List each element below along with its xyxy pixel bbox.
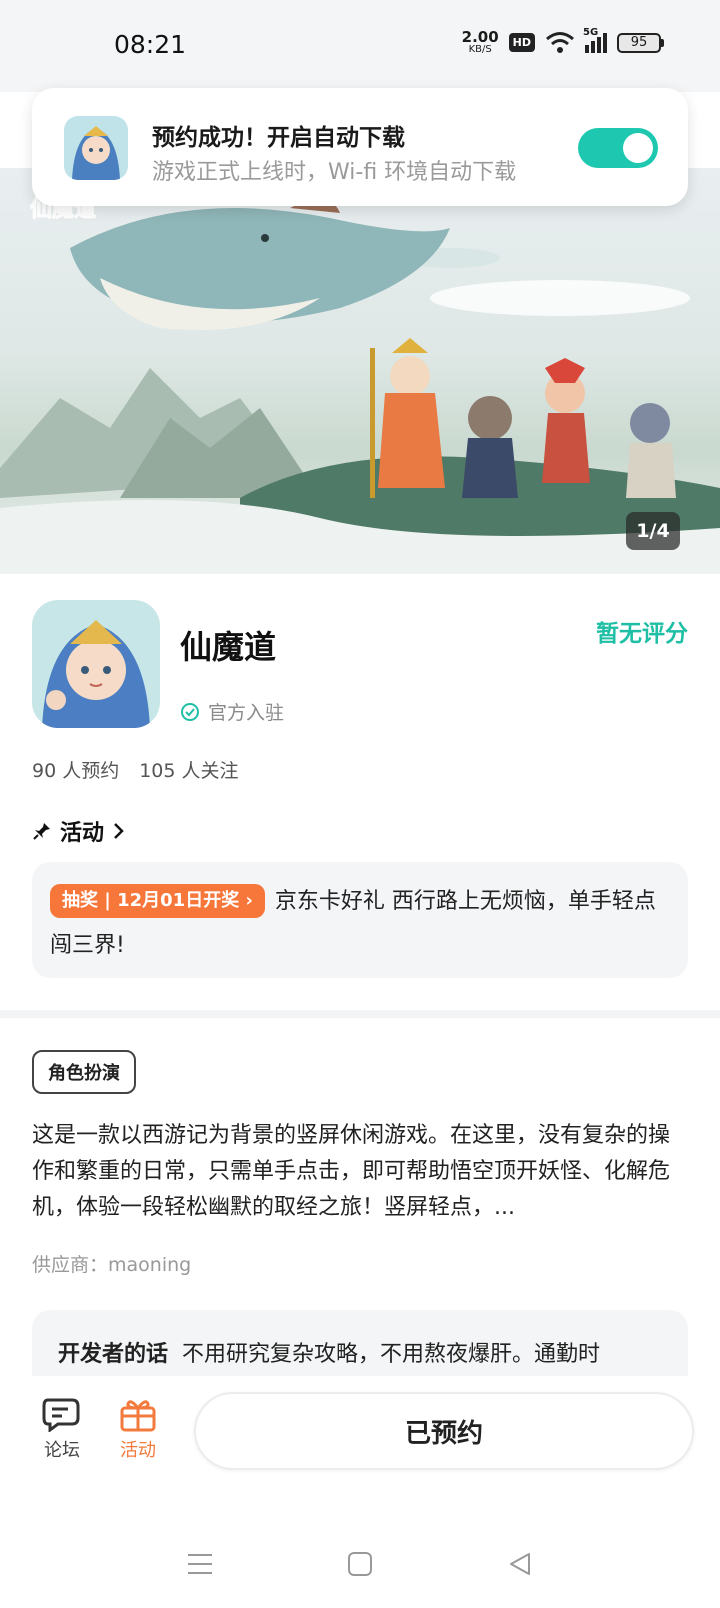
system-navigation-bar (0, 1520, 720, 1608)
chat-bubble-icon (42, 1398, 80, 1432)
bottom-action-bar: 论坛 活动 已预约 (0, 1376, 720, 1486)
app-name: 仙魔道 (180, 628, 277, 666)
cellular-signal-icon: 5G (583, 27, 607, 53)
battery-icon: 95 (617, 32, 664, 53)
status-time: 08:21 (114, 30, 187, 59)
toggle-knob (623, 133, 653, 163)
game-banner[interactable]: 仙魔道 (0, 168, 720, 574)
hd-icon: HD (508, 33, 535, 52)
pin-icon (33, 823, 50, 840)
supplier-info: 供应商：maoning (32, 1254, 192, 1276)
notification-subtitle: 游戏正式上线时，Wi-fi 环境自动下载 (152, 160, 517, 185)
notification-app-icon (64, 116, 128, 180)
activity-card[interactable]: 抽奖 | 12月01日开奖 › 京东卡好礼 西行路上无烦恼，单手轻点闯三界! (32, 862, 688, 978)
lottery-tag[interactable]: 抽奖 | 12月01日开奖 › (50, 884, 265, 918)
menu-icon[interactable] (180, 1544, 220, 1584)
official-badge: 官方入驻 (180, 698, 284, 725)
app-icon (32, 600, 160, 728)
reserved-button[interactable]: 已预约 (194, 1392, 694, 1470)
section-divider (0, 1010, 720, 1018)
genre-tag[interactable]: 角色扮演 (32, 1050, 136, 1094)
developer-note: 开发者的话 不用研究复杂攻略，不用熬夜爆肝。通勤时 (58, 1336, 600, 1368)
wifi-icon (546, 31, 574, 53)
activity-header[interactable]: 活动 (32, 815, 126, 847)
activity-line: 抽奖 | 12月01日开奖 › 京东卡好礼 西行路上无烦恼，单手轻点闯三界! (50, 880, 670, 968)
activity-header-label: 活动 (60, 821, 105, 846)
chevron-right-icon (114, 823, 124, 839)
developer-note-label: 开发者的话 (58, 1342, 169, 1367)
gift-icon (120, 1400, 156, 1432)
status-bar: 08:21 2.00 KB/S HD 5G 95 (0, 0, 720, 92)
home-icon[interactable] (340, 1544, 380, 1584)
official-label: 官方入驻 (208, 702, 285, 724)
activity-tab[interactable]: 活动 (108, 1396, 168, 1462)
network-type: 5G (583, 26, 599, 38)
notification-title: 预约成功！开启自动下载 (152, 125, 405, 151)
check-circle-icon (181, 702, 199, 721)
lottery-tag-label: 抽奖 | 12月01日开奖 (62, 890, 240, 911)
network-speed-unit: KB/S (468, 44, 492, 55)
status-icons: 2.00 KB/S HD 5G 95 (462, 27, 664, 55)
game-description[interactable]: 这是一款以西游记为背景的竖屏休闲游戏。在这里，没有复杂的操作和繁重的日常，只需单… (32, 1118, 688, 1226)
forum-tab-label: 论坛 (44, 1440, 80, 1461)
reservation-notification[interactable]: 预约成功！开启自动下载 游戏正式上线时，Wi-fi 环境自动下载 (32, 88, 688, 206)
chevron-right-icon: › (245, 890, 253, 911)
app-stats: 90 人预约 105 人关注 (32, 756, 239, 783)
network-speed-value: 2.00 (461, 28, 499, 46)
developer-note-text: 不用研究复杂攻略，不用熬夜爆肝。通勤时 (182, 1342, 601, 1367)
back-icon[interactable] (500, 1544, 540, 1584)
reservation-count: 90 人预约 (32, 760, 120, 782)
banner-artwork: 仙魔道 (0, 196, 720, 574)
activity-tab-label: 活动 (120, 1440, 156, 1461)
follower-count: 105 人关注 (139, 760, 239, 782)
app-rating[interactable]: 暂无评分 (596, 614, 688, 648)
network-speed: 2.00 KB/S (462, 30, 499, 55)
auto-download-toggle[interactable] (578, 128, 658, 168)
battery-level: 95 (617, 32, 661, 53)
forum-tab[interactable]: 论坛 (32, 1396, 92, 1462)
banner-page-indicator: 1/4 (626, 512, 680, 550)
